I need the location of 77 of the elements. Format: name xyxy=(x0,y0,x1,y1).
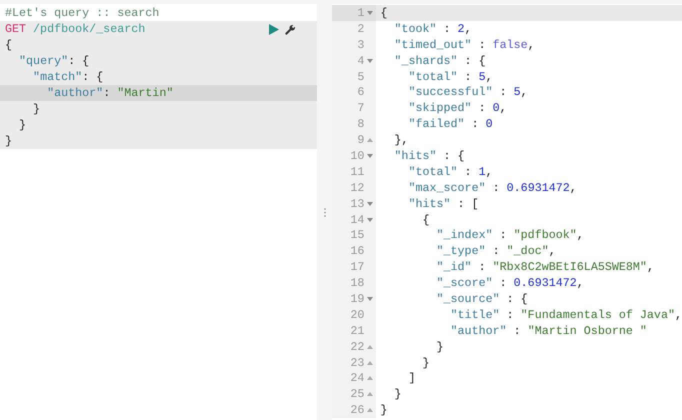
code-line: }, xyxy=(393,132,408,148)
resize-handle-icon[interactable] xyxy=(324,208,326,216)
line-number: 24 xyxy=(350,370,364,386)
line-number: 3 xyxy=(357,36,364,53)
code-line: "_score" : 0.6931472, xyxy=(435,275,584,292)
code-line: "_source" : { xyxy=(435,290,528,307)
play-icon[interactable] xyxy=(269,24,280,34)
code-line: "hits" : { xyxy=(393,148,465,164)
code-line: "total" : 1, xyxy=(407,164,493,180)
request-editor[interactable]: #Let's query :: search GET /pdfbook/_search { "query": { "match": { "author": "Martin" } } } xyxy=(0,4,318,420)
line-number: 23 xyxy=(350,354,364,371)
code-line: ] xyxy=(407,370,416,386)
line-number: 5 xyxy=(357,68,364,85)
line-number: 12 xyxy=(350,180,364,196)
code-line: "max_score" : 0.6931472, xyxy=(407,180,577,196)
http-method: GET xyxy=(5,21,26,37)
code-line: } xyxy=(4,133,14,149)
code-line: } xyxy=(393,386,402,402)
line-number: 9 xyxy=(357,132,364,148)
line-number: 1 xyxy=(357,4,364,21)
line-number: 16 xyxy=(350,243,364,260)
code-line: } xyxy=(435,338,444,355)
line-number: 21 xyxy=(350,322,364,339)
code-line: } xyxy=(32,101,42,117)
fold-arrow-icon[interactable] xyxy=(367,10,374,15)
code-line: "hits" : [ xyxy=(407,196,479,212)
line-number: 6 xyxy=(357,84,364,100)
fold-arrow-icon[interactable] xyxy=(367,218,374,222)
fold-arrow-icon[interactable] xyxy=(367,296,374,301)
line-number: 14 xyxy=(350,212,364,228)
fold-arrow-icon[interactable] xyxy=(367,360,374,365)
line-number: 7 xyxy=(357,100,364,116)
code-line: { xyxy=(421,212,430,228)
line-number: 4 xyxy=(357,52,364,69)
code-line: "title" : "Fundamentals of Java", xyxy=(450,306,682,323)
code-comment: #Let's query :: search xyxy=(4,5,160,21)
line-number: 22 xyxy=(350,338,364,355)
wrench-icon[interactable] xyxy=(285,24,296,34)
code-line: "match": { xyxy=(32,69,104,85)
fold-arrow-icon[interactable] xyxy=(367,376,374,380)
line-number: 8 xyxy=(357,116,364,132)
code-line: "_type" : "_doc", xyxy=(435,243,556,260)
code-line: { xyxy=(4,37,14,53)
fold-arrow-icon[interactable] xyxy=(367,344,374,349)
fold-arrow-icon[interactable] xyxy=(367,408,374,412)
line-number: 25 xyxy=(350,386,364,402)
line-number: 19 xyxy=(350,290,364,307)
code-line: "took" : 2, xyxy=(393,20,472,37)
fold-arrow-icon[interactable] xyxy=(367,154,374,158)
code-line: "skipped" : 0, xyxy=(407,100,507,116)
code-line: } xyxy=(379,402,388,418)
fold-arrow-icon[interactable] xyxy=(367,138,374,142)
line-number: 17 xyxy=(350,259,364,276)
code-line: "timed_out" : false, xyxy=(393,36,535,53)
code-line: { xyxy=(379,4,388,21)
code-line: } xyxy=(421,354,430,371)
line-number: 20 xyxy=(350,306,364,323)
line-number: 2 xyxy=(357,20,364,37)
code-line: "query": { xyxy=(18,53,90,69)
line-number: 10 xyxy=(350,148,364,164)
fold-arrow-icon[interactable] xyxy=(367,58,374,63)
line-number: 11 xyxy=(350,164,364,180)
fold-arrow-icon[interactable] xyxy=(367,392,374,396)
line-number: 15 xyxy=(350,227,364,244)
line-number: 26 xyxy=(350,402,364,418)
request-url: /pdfbook/_search xyxy=(33,21,146,37)
code-line: "failed" : 0 xyxy=(407,116,493,132)
code-line: "_index" : "pdfbook", xyxy=(435,227,584,244)
code-line: "author" : "Martin Osborne " xyxy=(450,322,647,339)
code-line: "_shards" : { xyxy=(393,52,486,69)
code-line: "_id" : "Rbx8C2wBEtI6LA5SWE8M", xyxy=(435,259,654,276)
code-line: } xyxy=(18,117,28,133)
code-line: "total" : 5, xyxy=(407,68,493,85)
line-number: 13 xyxy=(350,196,364,212)
fold-arrow-icon[interactable] xyxy=(367,202,374,206)
line-number: 18 xyxy=(350,275,364,292)
code-line: "successful" : 5, xyxy=(407,84,528,100)
